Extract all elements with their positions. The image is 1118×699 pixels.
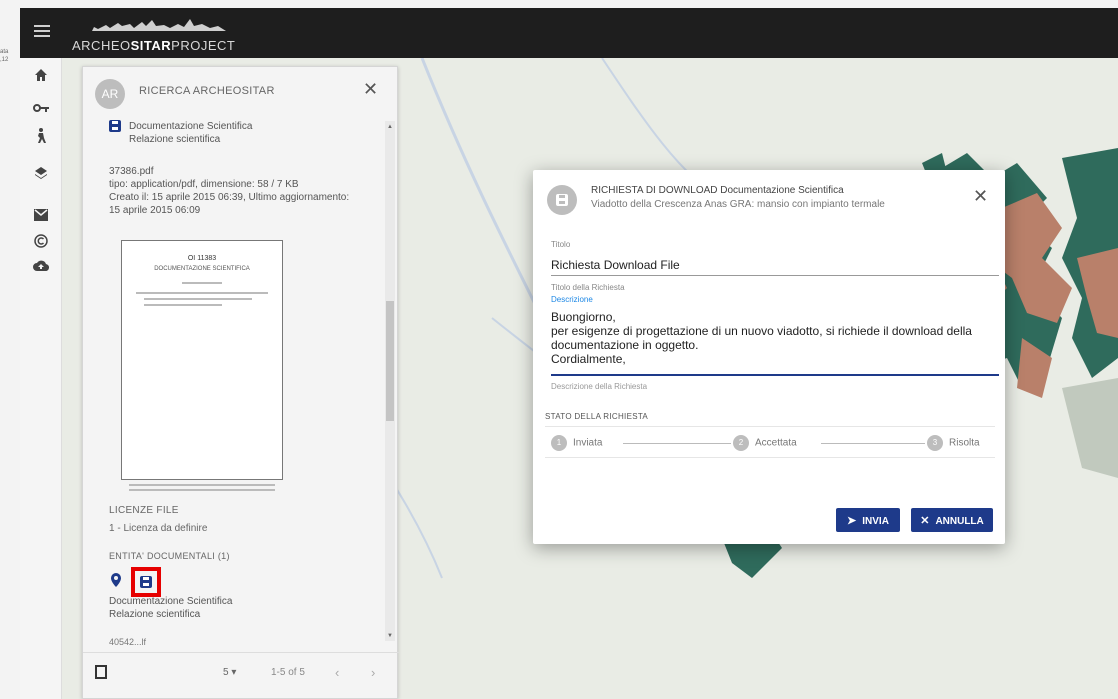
license-heading: LICENZE FILE [109, 505, 179, 516]
cancel-button[interactable]: ✕ ANNULLA [911, 508, 993, 532]
related-actions [111, 567, 171, 597]
related-document[interactable]: Documentazione Scientifica Relazione sci… [109, 595, 232, 621]
send-button[interactable]: ➤ INVIA [836, 508, 900, 532]
file-created: Creato il: 15 aprile 2015 06:39, Ultimo … [109, 192, 350, 203]
download-save-button[interactable] [131, 567, 161, 597]
document-item[interactable]: Documentazione Scientifica Relazione sci… [109, 120, 369, 145]
panel-scrollbar[interactable] [385, 121, 395, 641]
scroll-down-arrow-icon[interactable]: ▼ [387, 633, 393, 639]
next-page-icon[interactable]: › [371, 665, 375, 680]
dialog-title: RICHIESTA DI DOWNLOAD Documentazione Sci… [591, 184, 961, 212]
step-label: Risolta [949, 437, 980, 449]
related-title: Documentazione Scientifica [109, 596, 233, 607]
step-number: 3 [927, 435, 943, 451]
pagination-range: 1-5 of 5 [271, 667, 305, 678]
document-thumbnail[interactable]: OI 11383 DOCUMENTAZIONE SCIENTIFICA [121, 240, 283, 480]
cancel-button-label: ANNULLA [935, 515, 984, 527]
close-icon[interactable]: ✕ [363, 79, 378, 100]
description-field-label: Descrizione [551, 295, 593, 304]
panel-pagination: 5 ▾ 1-5 of 5 ‹ › [83, 652, 399, 698]
scroll-up-arrow-icon[interactable]: ▲ [387, 124, 393, 130]
title-field-hint: Titolo della Richiesta [551, 283, 625, 292]
file-updated: 15 aprile 2015 06:09 [109, 205, 201, 216]
cloud-upload-icon[interactable] [33, 258, 50, 274]
description-field-hint: Descrizione della Richiesta [551, 382, 648, 391]
send-button-label: INVIA [862, 515, 889, 527]
close-icon[interactable]: ✕ [973, 186, 988, 207]
step-accepted: 2 Accettata [733, 435, 797, 451]
key-icon[interactable] [33, 100, 49, 116]
search-results-panel: AR RICERCA ARCHEOSITAR ✕ Documentazione … [82, 66, 399, 699]
thumbnail-title: OI 11383 [187, 255, 217, 262]
logo-text: ARCHEOSITARPROJECT [72, 38, 236, 53]
description-field[interactable]: Buongiorno, per esigenze di progettazion… [551, 310, 999, 376]
next-file-item: 40542...lf [109, 637, 147, 645]
save-icon [556, 194, 568, 206]
step-sent: 1 Inviata [551, 435, 602, 451]
panel-content[interactable]: Documentazione Scientifica Relazione sci… [93, 115, 383, 645]
app-logo[interactable]: ARCHEOSITARPROJECT [72, 14, 236, 54]
step-label: Accettata [755, 437, 797, 449]
close-icon: ✕ [920, 514, 930, 527]
step-number: 1 [551, 435, 567, 451]
title-field-label: Titolo [551, 240, 571, 249]
desktop-top-strip [20, 0, 1118, 8]
panel-header: AR RICERCA ARCHEOSITAR ✕ [83, 67, 399, 117]
step-number: 2 [733, 435, 749, 451]
location-pin-icon[interactable] [111, 573, 121, 590]
step-label: Inviata [573, 437, 603, 449]
document-title: Documentazione Scientifica [129, 121, 253, 132]
avatar: AR [95, 79, 125, 109]
file-metadata: 37386.pdf tipo: application/pdf, dimensi… [109, 165, 379, 217]
title-field[interactable] [551, 254, 999, 276]
hamburger-menu-icon[interactable] [34, 25, 50, 39]
license-value: 1 - Licenza da definire [109, 523, 208, 534]
thumbnail-subtitle: DOCUMENTAZIONE SCIENTIFICA [154, 266, 250, 272]
copyright-icon[interactable] [33, 234, 49, 250]
file-name: 37386.pdf [109, 166, 154, 177]
save-icon [109, 120, 121, 132]
step-resolved: 3 Risolta [927, 435, 980, 451]
skyline-logo-icon [72, 19, 226, 31]
download-request-dialog: RICHIESTA DI DOWNLOAD Documentazione Sci… [533, 170, 1005, 544]
desktop-text: ata ,12 [0, 49, 9, 63]
related-entities-heading: ENTITA' DOCUMENTALI (1) [109, 551, 230, 561]
related-subtitle: Relazione scientifica [109, 609, 201, 620]
home-icon[interactable] [33, 68, 49, 84]
dialog-title-line1: RICHIESTA DI DOWNLOAD Documentazione Sci… [591, 185, 844, 196]
mail-icon[interactable] [33, 208, 49, 224]
save-icon [140, 576, 152, 588]
panel-title: RICERCA ARCHEOSITAR [139, 85, 275, 97]
desktop-background: ata ,12 [0, 0, 20, 699]
file-info: tipo: application/pdf, dimensione: 58 / … [109, 179, 299, 190]
map-icon[interactable] [95, 665, 107, 679]
dialog-avatar [547, 185, 577, 215]
person-walking-icon[interactable] [33, 128, 49, 144]
left-navigation-rail [20, 58, 62, 699]
scrollbar-thumb[interactable] [386, 301, 394, 421]
request-status-heading: STATO DELLA RICHIESTA [545, 412, 649, 421]
thumbnail-caption [121, 481, 283, 493]
send-icon: ➤ [847, 514, 857, 527]
document-subtitle: Relazione scientifica [129, 134, 221, 145]
top-app-bar: ARCHEOSITARPROJECT [20, 8, 1118, 58]
rows-per-page-select[interactable]: 5 ▾ [223, 667, 236, 678]
layers-icon[interactable] [33, 166, 49, 182]
request-status-stepper: 1 Inviata 2 Accettata 3 Risolta [545, 426, 995, 458]
previous-page-icon[interactable]: ‹ [335, 665, 339, 680]
dialog-title-line2: Viadotto della Crescenza Anas GRA: mansi… [591, 199, 885, 210]
